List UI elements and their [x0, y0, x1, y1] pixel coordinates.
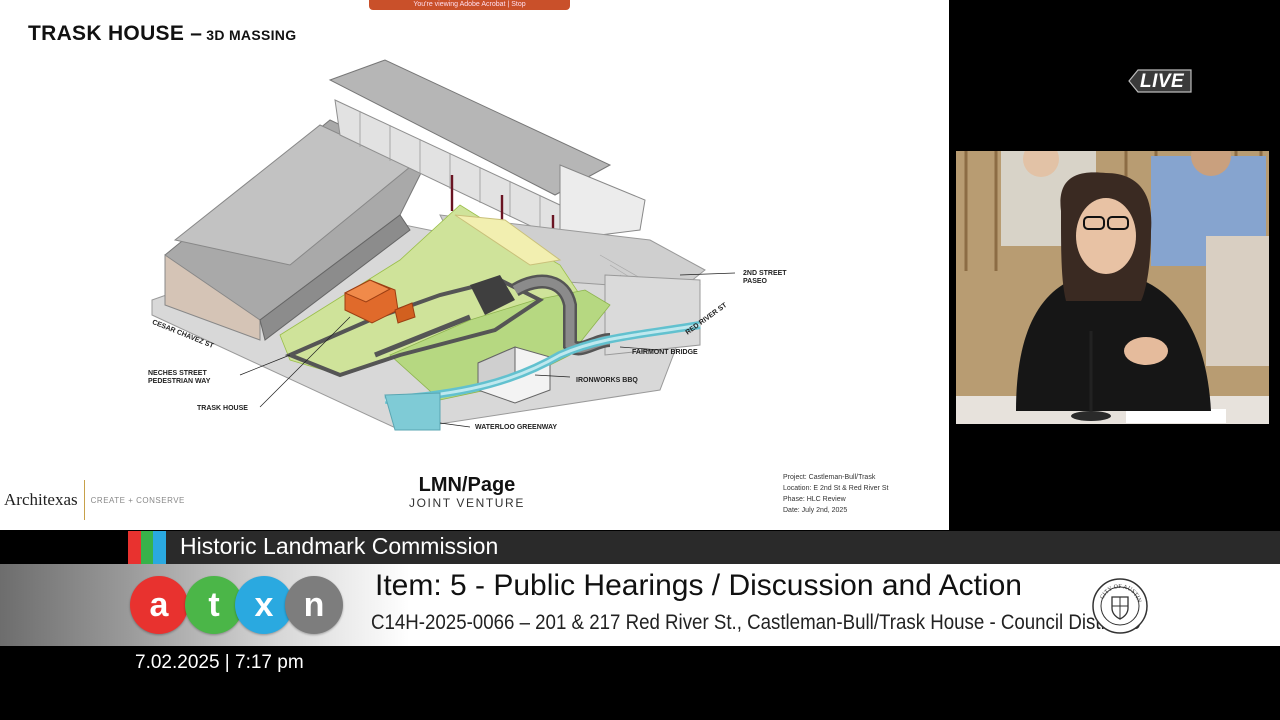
callout-2nd-street-line2: PASEO: [743, 278, 767, 285]
stripe-green: [140, 531, 154, 564]
screen-share-banner[interactable]: You're viewing Adobe Acrobat | Stop: [369, 0, 570, 10]
lmn-page-wordmark: LMN/Page: [418, 474, 516, 496]
atxn-logo-letter-a: a: [130, 576, 188, 634]
callout-waterloo-greenway: WATERLOO GREENWAY: [475, 424, 558, 431]
agenda-case-description: C14H-2025-0066 – 201 & 217 Red River St.…: [371, 611, 1142, 634]
lmn-page-logo: LMN/Page JOINT VENTURE: [409, 474, 525, 510]
broadcast-datetime: 7.02.2025 | 7:17 pm: [135, 652, 304, 673]
stripe-red: [128, 531, 141, 564]
phase-line: Phase: HLC Review: [783, 496, 846, 503]
location-line: Location: E 2nd St & Red River St: [783, 485, 889, 492]
callout-neches-line2: PEDESTRIAN WAY: [148, 378, 211, 385]
date-line: Date: July 2nd, 2025: [783, 507, 848, 514]
slide-title-main: TRASK HOUSE –: [28, 22, 203, 45]
architexas-wordmark: Architexas: [4, 490, 78, 509]
project-info-block: Project: Castleman-Bull/Trask Location: …: [783, 472, 888, 516]
callout-trask-house: TRASK HOUSE: [197, 405, 248, 412]
joint-venture-label: JOINT VENTURE: [409, 496, 525, 510]
massing-illustration: [151, 59, 736, 431]
slide-title: TRASK HOUSE –3D MASSING: [28, 22, 296, 46]
slide-title-sub: 3D MASSING: [206, 27, 297, 43]
callout-ironworks-bbq: IRONWORKS BBQ: [576, 377, 638, 384]
city-seal-icon: CITY OF AUSTIN: [1092, 578, 1148, 634]
color-stripes: [128, 531, 167, 564]
architexas-tagline: CREATE + CONSERVE: [90, 495, 185, 505]
agenda-item-title: Item: 5 - Public Hearings / Discussion a…: [375, 569, 1022, 602]
architexas-logo: Architexas CREATE + CONSERVE: [4, 480, 185, 520]
project-line: Project: Castleman-Bull/Trask: [783, 474, 876, 481]
atxn-logo-letter-n: n: [285, 576, 343, 634]
callout-fairmont-bridge: FAIRMONT BRIDGE: [632, 349, 698, 356]
speaker-camera-feed: [956, 151, 1269, 424]
presentation-slide: You're viewing Adobe Acrobat | Stop TRAS…: [0, 0, 949, 530]
logo-divider: [83, 480, 85, 520]
commission-title: Historic Landmark Commission: [180, 533, 499, 559]
stripe-blue: [153, 531, 167, 564]
live-badge: LIVE: [1140, 71, 1185, 92]
